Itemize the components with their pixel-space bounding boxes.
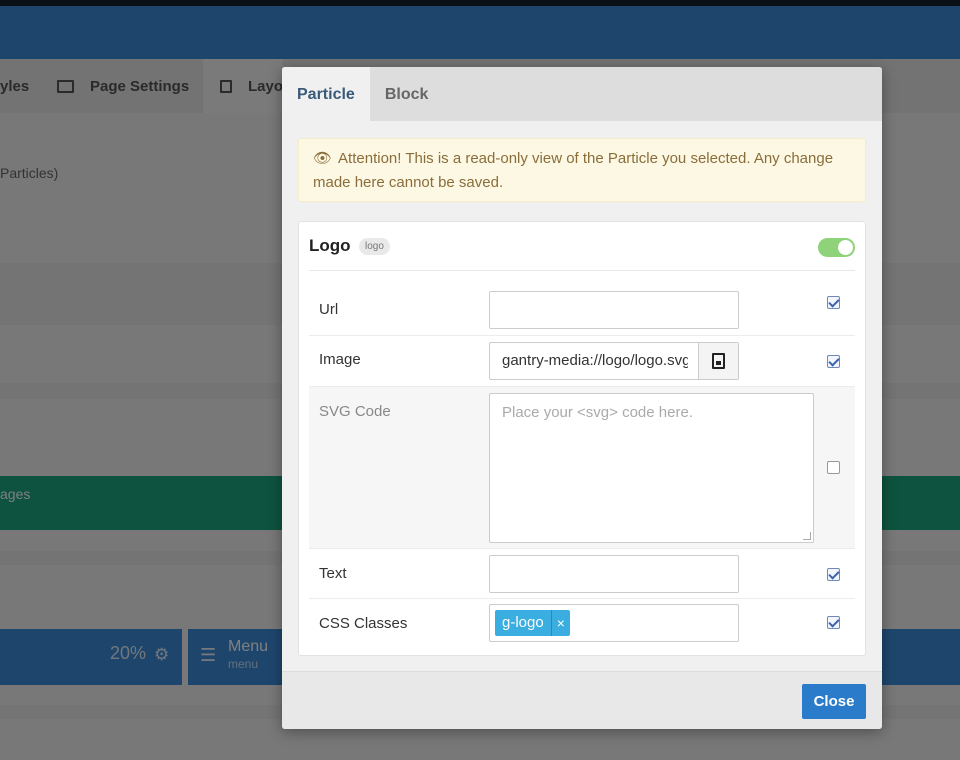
toggle-knob [838, 240, 853, 255]
svg-code-label: SVG Code [319, 403, 391, 420]
tag-label: g-logo [502, 614, 544, 631]
close-button[interactable]: Close [802, 684, 866, 719]
card-header: Logo logo [309, 222, 855, 271]
read-only-alert: 👁 Attention! This is a read-only view of … [298, 138, 866, 202]
particle-settings-card: Logo logo Url Image gantry-media://logo/… [298, 221, 866, 656]
particle-modal: Particle Block 👁 Attention! This is a rea… [282, 67, 882, 729]
eye-icon: 👁 [313, 150, 333, 167]
url-input[interactable] [489, 291, 739, 329]
css-classes-label: CSS Classes [319, 615, 408, 632]
url-label: Url [319, 301, 339, 318]
tab-block[interactable]: Block [370, 67, 444, 121]
css-classes-override-checkbox[interactable] [827, 616, 840, 629]
field-row-image: Image gantry-media://logo/logo.svg [309, 336, 855, 387]
alert-text: Attention! This is a read-only view of t… [313, 150, 834, 191]
url-override-checkbox[interactable] [827, 296, 840, 309]
modal-footer: Close [282, 671, 882, 729]
css-classes-input[interactable]: g-logo × [489, 604, 739, 642]
image-label: Image [319, 351, 361, 368]
particle-title: Logo [309, 236, 351, 255]
field-row-css-classes: CSS Classes g-logo × [309, 599, 855, 646]
css-class-tag: g-logo × [495, 610, 570, 636]
enabled-toggle[interactable] [818, 238, 855, 257]
image-input[interactable]: gantry-media://logo/logo.svg [489, 342, 739, 380]
media-picker-button[interactable] [698, 343, 738, 379]
image-path: gantry-media://logo/logo.svg [502, 352, 688, 369]
field-row-svg-code: SVG Code Place your <svg> code here. [309, 387, 855, 549]
file-image-icon [712, 353, 725, 369]
field-row-url: Url [309, 286, 855, 336]
text-override-checkbox[interactable] [827, 568, 840, 581]
field-row-text: Text [309, 549, 855, 599]
particle-type-badge: logo [359, 238, 390, 255]
resize-handle[interactable] [803, 532, 811, 540]
text-label: Text [319, 565, 347, 582]
text-input[interactable] [489, 555, 739, 593]
svg-code-placeholder: Place your <svg> code here. [502, 404, 693, 421]
tab-particle[interactable]: Particle [282, 67, 370, 121]
remove-tag-icon[interactable]: × [550, 610, 570, 636]
image-override-checkbox[interactable] [827, 355, 840, 368]
svg-code-textarea[interactable]: Place your <svg> code here. [489, 393, 814, 543]
modal-tabs: Particle Block [282, 67, 882, 121]
svg-code-override-checkbox[interactable] [827, 461, 840, 474]
